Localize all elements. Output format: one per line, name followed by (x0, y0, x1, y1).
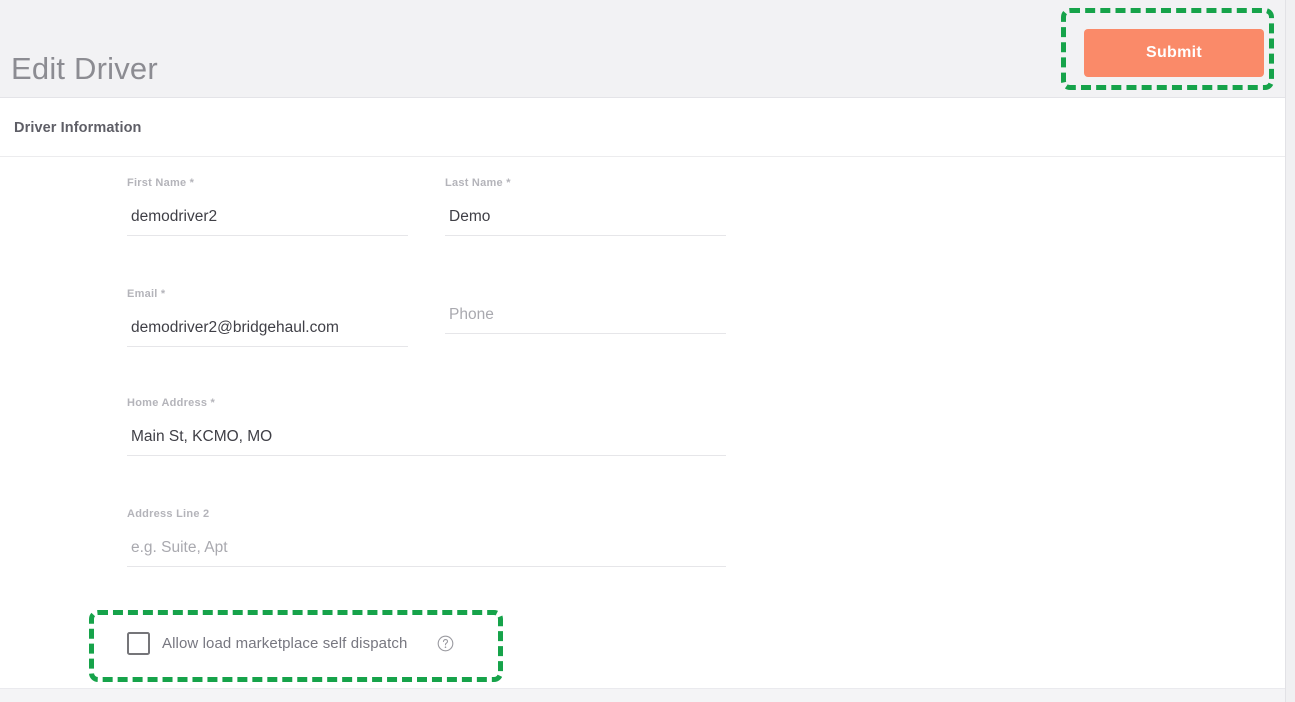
first-name-input[interactable] (127, 206, 408, 236)
field-phone (445, 304, 726, 334)
footer-strip (0, 688, 1285, 702)
section-title: Driver Information (14, 119, 142, 136)
vertical-scrollbar-gutter[interactable] (1285, 0, 1295, 702)
driver-information-form: First Name * Last Name * Email * Home Ad… (0, 157, 1285, 688)
field-label-last-name: Last Name * (445, 177, 511, 189)
self-dispatch-checkbox-label: Allow load marketplace self dispatch (162, 634, 408, 652)
field-last-name: Last Name * (445, 176, 726, 236)
self-dispatch-checkbox[interactable] (127, 631, 150, 655)
field-label-home-address: Home Address * (127, 397, 216, 409)
submit-button[interactable]: Submit (1084, 29, 1264, 77)
field-label-address-line-2: Address Line 2 (127, 508, 210, 520)
self-dispatch-checkbox-row: Allow load marketplace self dispatch (127, 628, 454, 658)
field-label-email: Email * (127, 288, 166, 300)
section-header-driver-information: Driver Information (0, 99, 1285, 157)
field-email: Email * (127, 287, 408, 347)
email-input[interactable] (127, 317, 408, 347)
question-circle-icon[interactable] (437, 635, 454, 652)
address-line-2-input[interactable] (127, 537, 726, 567)
page-title: Edit Driver (11, 51, 158, 86)
field-address-line-2: Address Line 2 (127, 507, 726, 567)
phone-input[interactable] (445, 304, 726, 334)
field-first-name: First Name * (127, 176, 408, 236)
last-name-input[interactable] (445, 206, 726, 236)
field-label-first-name: First Name * (127, 177, 195, 189)
field-home-address: Home Address * (127, 396, 726, 456)
page-header: Edit Driver Submit (0, 0, 1285, 98)
edit-driver-page: Edit Driver Submit Driver Information Fi… (0, 0, 1295, 702)
home-address-input[interactable] (127, 426, 726, 456)
